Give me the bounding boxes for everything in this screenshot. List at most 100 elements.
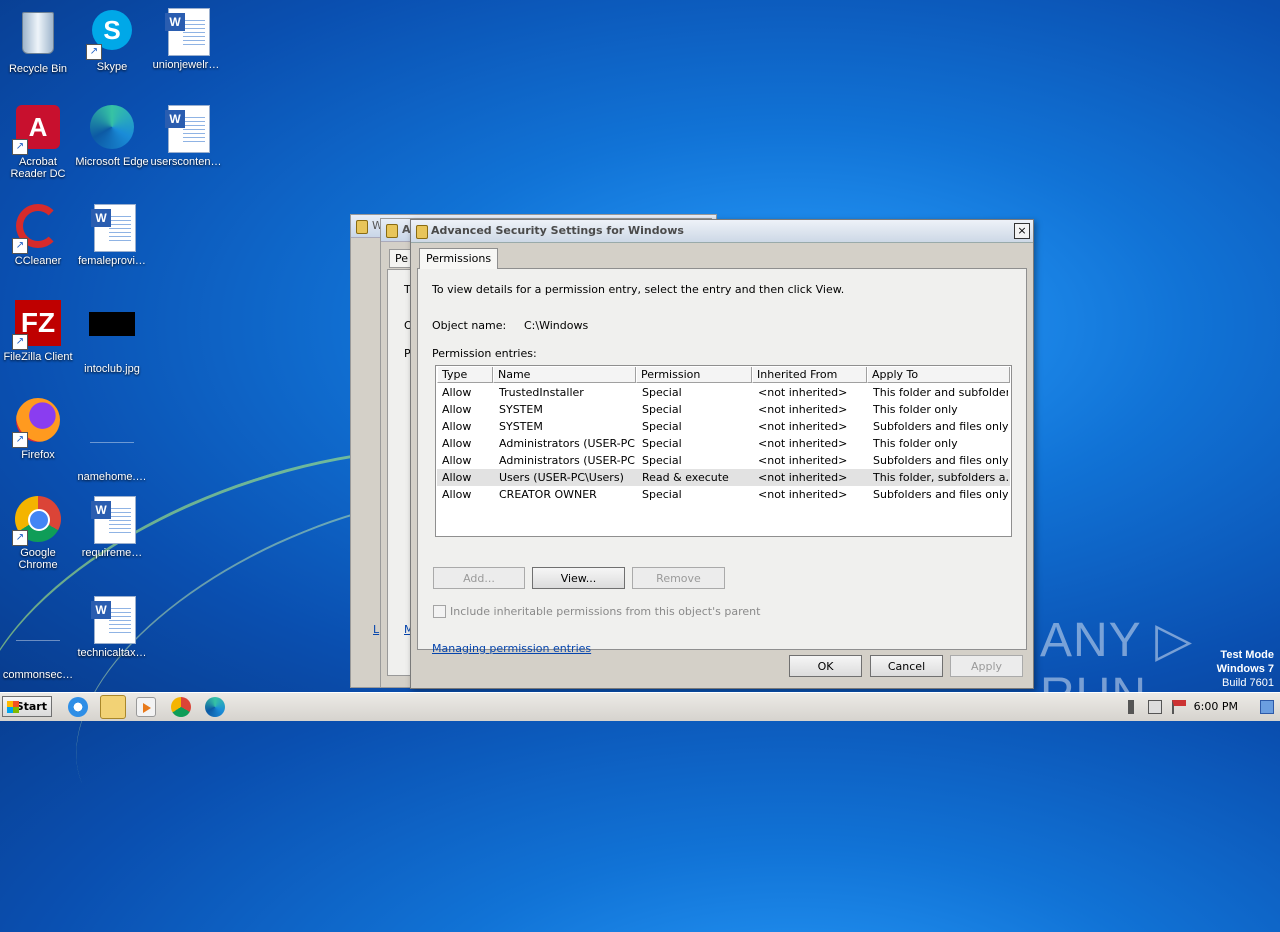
cell-type: Allow — [442, 403, 472, 416]
desktop-icon-acrobat[interactable]: A ↗ Acrobat Reader DC — [0, 105, 76, 180]
column-header-name[interactable]: Name — [493, 367, 636, 383]
ie-icon[interactable] — [68, 697, 88, 717]
desktop-icon-edge[interactable]: Microsoft Edge — [74, 105, 150, 168]
action-center-flag-icon[interactable] — [1172, 700, 1186, 714]
desktop-icon-filezilla[interactable]: FZ ↗ FileZilla Client — [0, 300, 76, 363]
folder-icon — [356, 220, 368, 234]
desktop-icon-namehome[interactable]: namehome.… — [74, 398, 150, 483]
view-button[interactable]: View... — [532, 567, 625, 589]
desktop-icon-commonsec[interactable]: commonsec… — [0, 596, 76, 681]
permission-row[interactable]: Allow TrustedInstaller Special <not inherit… — [437, 384, 1010, 401]
permission-row[interactable]: Allow Administrators (USER-PC… Special <not… — [437, 435, 1010, 452]
desktop-icon-ccleaner[interactable]: ↗ CCleaner — [0, 204, 76, 267]
permission-row[interactable]: Allow SYSTEM Special <not inherited> This fo… — [437, 401, 1010, 418]
desktop-icon-unionjewelr[interactable]: W unionjewelr… — [148, 8, 224, 71]
test-mode-notice: Test Mode Windows 7 Build 7601 — [1217, 648, 1274, 690]
taskbar: Start 6:00 PM — [0, 692, 1280, 721]
blank-file-icon — [14, 618, 62, 666]
desktop-icon-technicaltax[interactable]: W technicaltax… — [74, 596, 150, 659]
word-doc-icon: W — [88, 596, 136, 644]
folder-icon — [416, 225, 428, 239]
permission-row[interactable]: Allow SYSTEM Special <not inherited> Subfold… — [437, 418, 1010, 435]
column-header-type[interactable]: Type — [437, 367, 493, 383]
object-name-value: C:\Windows — [524, 319, 589, 332]
desktop-icon-label: Skype — [96, 61, 128, 73]
desktop-icon-label: Firefox — [21, 449, 55, 461]
cell-inherited-from: <not inherited> — [758, 437, 848, 450]
column-header-inherited-from[interactable]: Inherited From — [752, 367, 867, 383]
clock[interactable]: 6:00 PM — [1194, 700, 1238, 713]
desktop-icon-label: Microsoft Edge — [75, 156, 149, 168]
ok-button[interactable]: OK — [789, 655, 862, 677]
start-button[interactable]: Start — [2, 696, 52, 717]
inherit-checkbox-label[interactable]: Include inheritable permissions from thi… — [450, 605, 760, 618]
inherit-checkbox[interactable] — [433, 605, 446, 618]
cell-permission: Special — [642, 403, 682, 416]
cell-permission: Special — [642, 386, 682, 399]
start-label: Start — [15, 700, 47, 713]
desktop-icon-label: intoclub.jpg — [84, 363, 140, 375]
tab-permissions[interactable]: Permissions — [419, 248, 499, 269]
desktop-icon-skype[interactable]: S ↗ Skype — [74, 8, 150, 73]
skype-icon: S ↗ — [86, 10, 136, 60]
media-player-icon[interactable] — [136, 697, 156, 717]
cell-name: Administrators (USER-PC… — [499, 437, 636, 450]
column-header-apply-to[interactable]: Apply To — [867, 367, 1010, 383]
cell-permission: Special — [642, 420, 682, 433]
show-desktop-icon[interactable] — [1260, 700, 1274, 714]
cell-inherited-from: <not inherited> — [758, 403, 848, 416]
desktop-icon-usersconten[interactable]: W usersconten… — [148, 105, 224, 168]
shortcut-arrow-icon: ↗ — [12, 238, 28, 254]
volume-icon[interactable] — [1128, 700, 1142, 714]
add-button[interactable]: Add... — [433, 567, 525, 589]
network-icon[interactable] — [1148, 700, 1162, 714]
apply-button[interactable]: Apply — [950, 655, 1023, 677]
desktop-icon-chrome[interactable]: ↗ Google Chrome — [0, 496, 76, 571]
permission-row[interactable]: Allow Users (USER-PC\Users) Read & execute… — [437, 469, 1010, 486]
word-doc-icon: W — [88, 204, 136, 252]
cell-type: Allow — [442, 488, 472, 501]
permission-row[interactable]: Allow Administrators (USER-PC… Special <not… — [437, 452, 1010, 469]
desktop-icon-requireme[interactable]: W requireme… — [74, 496, 150, 559]
dialog-title: Advanced Security Settings for Windows — [431, 224, 684, 237]
os-label: Windows 7 — [1216, 663, 1274, 675]
cell-name: Administrators (USER-PC… — [499, 454, 636, 467]
remove-button[interactable]: Remove — [632, 567, 725, 589]
shortcut-arrow-icon: ↗ — [12, 334, 28, 350]
recycle-bin-icon — [14, 12, 62, 60]
system-tray: 6:00 PM — [1120, 695, 1280, 719]
advanced-security-dialog[interactable]: Advanced Security Settings for Windows ×… — [410, 219, 1034, 689]
cell-type: Allow — [442, 454, 472, 467]
chrome-icon[interactable] — [171, 697, 191, 717]
close-button[interactable]: × — [1014, 223, 1030, 239]
cell-type: Allow — [442, 386, 472, 399]
desktop-icon-intoclub[interactable]: intoclub.jpg — [74, 300, 150, 375]
desktop-icon-label: Recycle Bin — [8, 63, 68, 75]
desktop-icon-firefox[interactable]: ↗ Firefox — [0, 398, 76, 461]
desktop-icon-label: Google Chrome — [18, 547, 58, 571]
desktop-icon-label: FileZilla Client — [3, 351, 73, 363]
cell-permission: Special — [642, 454, 682, 467]
word-doc-icon: W — [162, 8, 210, 56]
desktop-icon-femaleprovi[interactable]: W femaleprovi… — [74, 204, 150, 267]
desktop-icon-recycle-bin[interactable]: Recycle Bin — [0, 8, 76, 75]
chrome-icon: ↗ — [12, 496, 62, 546]
column-header-permission[interactable]: Permission — [636, 367, 752, 383]
cell-type: Allow — [442, 437, 472, 450]
edge-icon — [88, 105, 136, 153]
folder-icon — [386, 224, 398, 238]
permission-row[interactable]: Allow CREATOR OWNER Special <not inherited>… — [437, 486, 1010, 503]
cell-name: CREATOR OWNER — [499, 488, 597, 501]
cell-permission: Read & execute — [642, 471, 729, 484]
cell-name: SYSTEM — [499, 403, 543, 416]
explorer-icon[interactable] — [100, 695, 126, 719]
dialog-titlebar[interactable]: Advanced Security Settings for Windows × — [411, 220, 1033, 243]
permission-entries-list[interactable]: Type Name Permission Inherited From Appl… — [435, 365, 1012, 537]
filezilla-icon: FZ ↗ — [12, 300, 62, 350]
cell-apply-to: Subfolders and files only — [873, 454, 1008, 467]
managing-permission-entries-link[interactable]: Managing permission entries — [432, 642, 591, 655]
cancel-button[interactable]: Cancel — [870, 655, 943, 677]
edge-icon[interactable] — [205, 697, 225, 717]
desktop-icon-label: unionjewelr… — [152, 59, 220, 71]
word-doc-icon: W — [88, 496, 136, 544]
